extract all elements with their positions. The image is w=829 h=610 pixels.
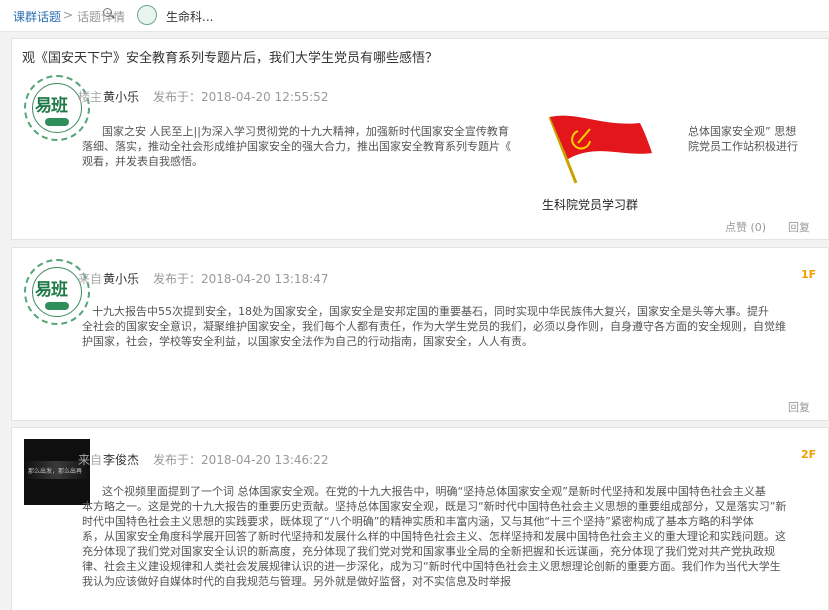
- post-body-right: 总体国家安全观” 思想 院党员工作站积极进行: [688, 124, 828, 154]
- reply-button[interactable]: 回复: [788, 399, 810, 415]
- reply-card: 那么出发，那么出再 来自 李俊杰 发布于：2018-04-20 13:46:22…: [11, 427, 829, 610]
- floor-number: 2F: [801, 448, 817, 461]
- floor-label: 来自: [78, 272, 103, 286]
- post-body-line: 总体国家安全观” 思想: [688, 125, 797, 138]
- avatar-badge: [45, 118, 69, 126]
- author-avatar[interactable]: 易班: [24, 75, 90, 141]
- reply-button[interactable]: 回复: [788, 219, 810, 235]
- author-name[interactable]: 李俊杰: [103, 451, 139, 468]
- floor-number: 1F: [801, 268, 817, 281]
- image-caption: 生科院党员学习群: [542, 198, 639, 212]
- floor-label: 楼主: [78, 90, 103, 104]
- reply-body-line: 护国家，社会，学校等安全利益，以国家安全法作为自己的行动指南，国家安全，人人有责…: [82, 335, 533, 348]
- post-body-line: 观看，并发表自我感悟。: [82, 155, 203, 168]
- post-body-line: 国家之安 人民至上||为深入学习贯彻党的十九大精神，加强新时代国家安全宣传教育: [102, 125, 509, 138]
- breadcrumb-root-link[interactable]: 课群话题: [13, 8, 61, 25]
- group-avatar: [137, 5, 157, 25]
- post-title: 观《国安天下宁》安全教育系列专题片后，我们大学生党员有哪些感悟？: [22, 51, 439, 66]
- author-name[interactable]: 黄小乐: [103, 270, 139, 287]
- reply-body-line: 律、社会主义建设规律和人类社会发展规律认识的进一步深化，成为习“新时代中国特色社…: [82, 560, 781, 573]
- breadcrumb: 课群话题 > 话题详情 生命科...: [0, 0, 829, 32]
- reply-card: 易班 来自 黄小乐 发布于：2018-04-20 13:18:47 1F 十九大…: [11, 247, 829, 421]
- post-timestamp: 发布于：2018-04-20 12:55:52: [153, 90, 329, 104]
- author-avatar[interactable]: 那么出发，那么出再: [24, 439, 90, 505]
- flag-cloth: [550, 115, 652, 159]
- reply-body: 这个视频里面提到了一个词 总体国家安全观。在党的十九大报告中，明确“坚持总体国家…: [82, 484, 822, 589]
- reply-body-line: 这个视频里面提到了一个词 总体国家安全观。在党的十九大报告中，明确“坚持总体国家…: [102, 485, 766, 498]
- reply-body-line: 系，从国家安全角度科学展开回答了新时代坚持和发展什么样的中国特色社会主义、怎样坚…: [82, 530, 786, 543]
- avatar-logo-text: 易班: [35, 96, 68, 116]
- reply-body-line: 全社会的国家安全意识，凝聚维护国家安全，我们每个人都有责任，作为大学生党员的我们…: [82, 320, 786, 333]
- reply-body-line: 充分体现了我们党对国家安全认识的新高度，充分体现了我们党对党和国家事业全局的全新…: [82, 545, 775, 558]
- post-body: 国家之安 人民至上||为深入学习贯彻党的十九大精神，加强新时代国家安全宣传教育 …: [82, 124, 532, 169]
- breadcrumb-separator: >: [63, 8, 74, 22]
- search-icon: [103, 8, 112, 17]
- avatar-logo-text: 易班: [35, 280, 68, 300]
- post-body-line: 院党员工作站积极进行: [688, 140, 798, 153]
- author-avatar[interactable]: 易班: [24, 259, 90, 325]
- reply-body-line: 本方略之一。这是党的十九大报告的重要历史贡献。坚持总体国家安全观，既是习“新时代…: [82, 500, 787, 513]
- reply-body: 十九大报告中55次提到安全，18处为国家安全，国家安全是安邦定国的重要基石，同时…: [82, 304, 822, 349]
- breadcrumb-topic-detail[interactable]: 话题详情: [77, 8, 125, 25]
- breadcrumb-group-name[interactable]: 生命科...: [166, 8, 213, 25]
- reply-body-line: 我认为应该做好自媒体时代的自我规范与管理。另外就是做好监督，对不实信息及时举报: [82, 575, 511, 588]
- post-timestamp: 发布于：2018-04-20 13:18:47: [153, 272, 329, 286]
- post-body-line: 落细、落实，推动全社会形成维护国家安全的强大合力，推出国家安全教育系列专题片《: [82, 140, 511, 153]
- like-button[interactable]: 点赞 (0): [725, 219, 766, 235]
- reply-body-line: 时代中国特色社会主义思想的实践要求，既体现了“八个明确”的精神实质和丰富内涵，又…: [82, 515, 754, 528]
- reply-body-line: 十九大报告中55次提到安全，18处为国家安全，国家安全是安邦定国的重要基石，同时…: [92, 305, 769, 318]
- author-name[interactable]: 黄小乐: [103, 88, 139, 105]
- post-timestamp: 发布于：2018-04-20 13:46:22: [153, 453, 329, 467]
- party-flag-image: [548, 115, 652, 184]
- avatar-badge: [45, 302, 69, 310]
- floor-label: 来自: [78, 453, 103, 467]
- avatar-photo-caption: 那么出发，那么出再: [28, 468, 83, 475]
- main-post-card: 观《国安天下宁》安全教育系列专题片后，我们大学生党员有哪些感悟？ 易班 楼主 黄…: [11, 38, 829, 240]
